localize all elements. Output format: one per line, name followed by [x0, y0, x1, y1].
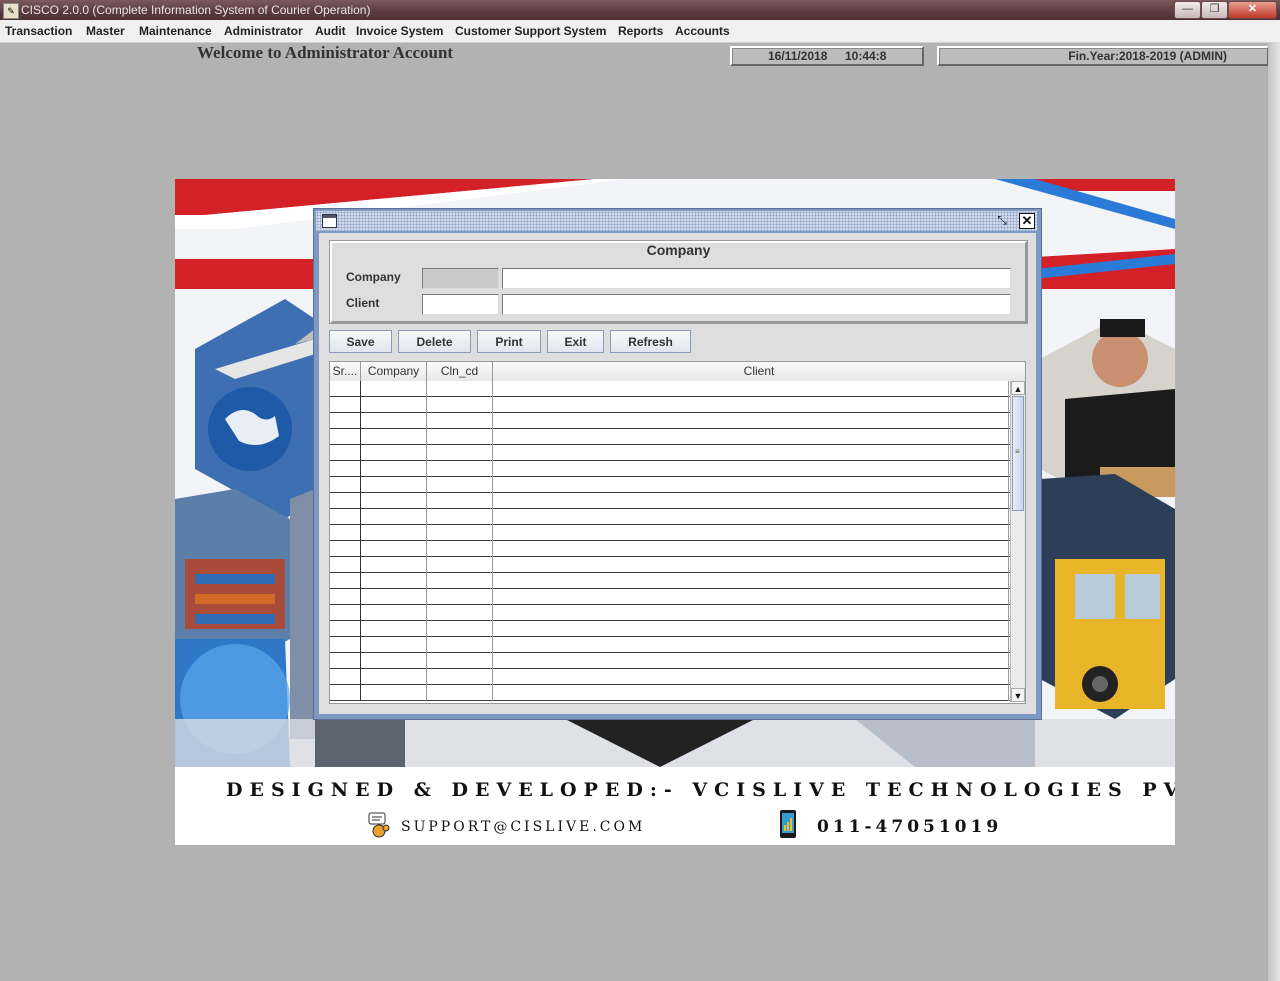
restore-icon[interactable]: ⤡	[994, 213, 1010, 228]
company-client-frame: ⤡ ✕ Company Company Client Save Delete P…	[313, 208, 1042, 720]
date-label: 16/11/2018	[768, 49, 828, 63]
save-button[interactable]: Save	[329, 330, 392, 353]
menu-reports[interactable]: Reports	[618, 24, 663, 38]
menu-invoice-system[interactable]: Invoice System	[356, 24, 443, 38]
menu-master[interactable]: Master	[86, 24, 125, 38]
scroll-thumb[interactable]: ≡	[1012, 396, 1024, 511]
exit-button[interactable]: Exit	[547, 330, 604, 353]
app-icon: ✎	[3, 3, 19, 19]
developer-credit: DESIGNED & DEVELOPED:- VCISLIVE TECHNOLO…	[226, 779, 1175, 801]
fin-year-box: Fin.Year:2018-2019 (ADMIN)	[937, 46, 1269, 66]
close-button[interactable]: ✕	[1228, 1, 1277, 19]
date-time-box: 16/11/2018 10:44:8	[730, 46, 924, 66]
menu-customer-support-system[interactable]: Customer Support System	[455, 24, 606, 38]
delete-button[interactable]: Delete	[398, 330, 471, 353]
client-name-field[interactable]	[502, 294, 1011, 315]
fin-year-label: Fin.Year:2018-2019 (ADMIN)	[1068, 49, 1227, 63]
menu-transaction[interactable]: Transaction	[5, 24, 72, 38]
minimize-button[interactable]: —	[1174, 1, 1201, 19]
print-button[interactable]: Print	[477, 330, 541, 353]
company-client-table[interactable]: Sr.... Company Cln_cd Client ▲ ≡ ▼	[329, 361, 1026, 704]
grip-icon: ≡	[1015, 447, 1020, 456]
frame-close-icon[interactable]: ✕	[1019, 213, 1035, 229]
menu-administrator[interactable]: Administrator	[224, 24, 303, 38]
menu-maintenance[interactable]: Maintenance	[139, 24, 212, 38]
welcome-heading: Welcome to Administrator Account	[197, 43, 454, 62]
menu-bar: Transaction Master Maintenance Administr…	[0, 20, 1280, 43]
mobile-phone-icon	[780, 810, 796, 838]
support-email: SUPPORT@CISLIVE.COM	[401, 819, 646, 835]
company-group: Company Company Client	[329, 240, 1028, 324]
column-header-cln-cd[interactable]: Cln_cd	[427, 362, 493, 381]
time-label: 10:44:8	[845, 49, 887, 63]
group-title: Company	[646, 242, 711, 258]
company-code-field	[422, 268, 499, 289]
column-header-sr[interactable]: Sr....	[330, 362, 361, 381]
desktop-right-edge	[1268, 42, 1280, 981]
client-label: Client	[346, 296, 380, 310]
refresh-button[interactable]: Refresh	[610, 330, 691, 353]
scroll-down-icon[interactable]: ▼	[1011, 688, 1025, 702]
company-label: Company	[346, 270, 401, 284]
column-header-company[interactable]: Company	[361, 362, 427, 381]
maximize-button[interactable]: ❐	[1201, 1, 1228, 19]
support-chat-icon	[368, 812, 390, 838]
client-code-field[interactable]	[422, 294, 499, 315]
window-title-bar: ✎ CISCO 2.0.0 (Complete Information Syst…	[0, 0, 1280, 20]
window-title: CISCO 2.0.0 (Complete Information System…	[21, 3, 371, 17]
table-vertical-scrollbar[interactable]: ▲ ≡ ▼	[1010, 381, 1025, 702]
support-phone: 011-47051019	[817, 817, 1003, 837]
table-rows[interactable]	[330, 381, 1010, 701]
column-header-client[interactable]: Client	[493, 362, 1025, 381]
frame-title-bar[interactable]: ⤡ ✕	[316, 211, 1037, 231]
menu-audit[interactable]: Audit	[315, 24, 346, 38]
frame-icon	[322, 214, 337, 228]
menu-accounts[interactable]: Accounts	[675, 24, 730, 38]
scroll-up-icon[interactable]: ▲	[1011, 381, 1025, 395]
frame-body: Company Company Client Save Delete Print…	[319, 233, 1036, 714]
table-header: Sr.... Company Cln_cd Client	[330, 362, 1025, 382]
company-name-field[interactable]	[502, 268, 1011, 289]
